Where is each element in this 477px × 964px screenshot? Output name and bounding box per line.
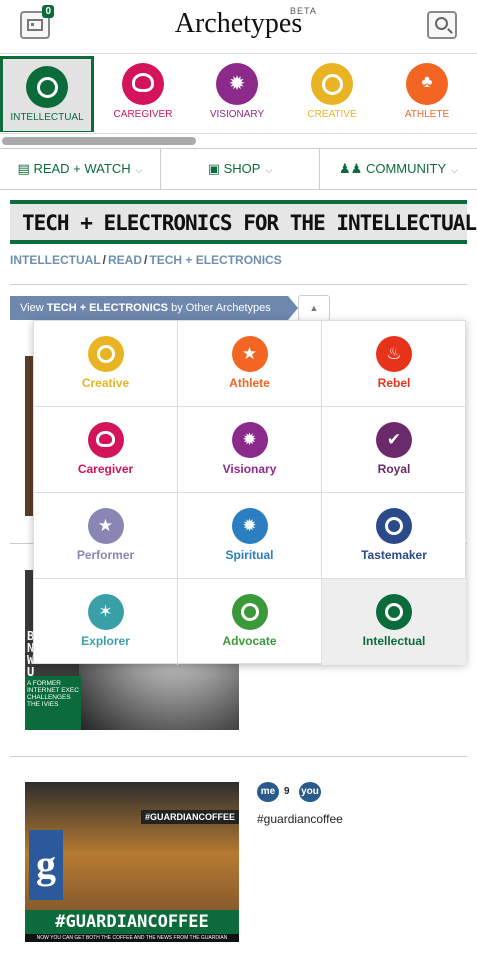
- archetype-label: CREATIVE: [307, 109, 357, 120]
- dropdown-archetype-label: Creative: [81, 376, 130, 390]
- dropdown-archetype-label: Visionary: [222, 462, 277, 476]
- athlete-icon: ♣: [406, 63, 448, 105]
- section-nav: ▤ READ + WATCH ⌵ ▣ SHOP ⌵ ♟♟ COMMUNITY ⌵: [0, 148, 477, 190]
- scrollbar-thumb[interactable]: [2, 137, 196, 145]
- page-title-bar: TECH + ELECTRONICS FOR THE INTELLECTUAL: [10, 200, 477, 244]
- dropdown-archetype-visionary[interactable]: ✹ Visionary: [178, 407, 322, 493]
- rebel-icon: ♨: [376, 336, 412, 372]
- chevron-down-icon: ⌵: [265, 165, 273, 175]
- royal-icon: ✔: [376, 422, 412, 458]
- dropdown-archetype-performer[interactable]: ★ Performer: [34, 493, 178, 579]
- creative-icon: [87, 336, 124, 372]
- archetype-intellectual[interactable]: INTELLECTUAL: [0, 56, 94, 132]
- you-vote-button[interactable]: you: [299, 782, 321, 802]
- visionary-icon: ✹: [231, 422, 268, 458]
- performer-icon: ★: [87, 508, 124, 544]
- nav-shop[interactable]: ▣ SHOP ⌵: [160, 149, 319, 189]
- dropdown-archetype-label: Royal: [377, 462, 411, 476]
- app-header: 0 Archetypes BETA: [0, 0, 477, 54]
- article-thumbnail[interactable]: #GUARDIANCOFFEE g #GUARDIANCOFFEE NOW YO…: [25, 782, 239, 942]
- dropdown-archetype-royal[interactable]: ✔ Royal: [322, 407, 466, 493]
- nav-read-watch[interactable]: ▤ READ + WATCH ⌵: [0, 149, 160, 189]
- post-title[interactable]: #guardiancoffee: [257, 812, 343, 826]
- athlete-icon: ★: [231, 336, 268, 372]
- dropdown-archetype-tastemaker[interactable]: Tastemaker: [322, 493, 466, 579]
- thumbnail-subcaption: A FORMER INTERNET EXEC CHALLENGES THE IV…: [25, 676, 81, 730]
- archetype-caregiver[interactable]: CAREGIVER: [96, 56, 190, 132]
- guardian-logo: g: [29, 830, 63, 900]
- explorer-icon: ✶: [87, 594, 124, 630]
- chevron-down-icon: ⌵: [135, 165, 143, 175]
- archetype-label: INTELLECTUAL: [10, 112, 84, 123]
- creative-icon: [311, 63, 353, 105]
- thumbnail-footer: NOW YOU CAN GET BOTH THE COFFEE AND THE …: [25, 934, 239, 942]
- archetype-creative[interactable]: CREATIVE: [285, 56, 379, 132]
- dropdown-archetype-creative[interactable]: Creative: [34, 321, 178, 407]
- dropdown-archetype-label: Caregiver: [77, 462, 134, 476]
- site-logo[interactable]: Archetypes: [0, 8, 477, 40]
- breadcrumb-tech[interactable]: TECH + ELECTRONICS: [149, 253, 281, 267]
- dropdown-archetype-label: Intellectual: [362, 634, 426, 648]
- dropdown-archetype-advocate[interactable]: Advocate: [178, 579, 322, 665]
- search-button[interactable]: [427, 11, 457, 39]
- dropdown-archetype-label: Spiritual: [225, 548, 274, 562]
- dropdown-archetype-label: Athlete: [229, 376, 270, 390]
- breadcrumb-intellectual[interactable]: INTELLECTUAL: [10, 253, 101, 267]
- other-archetypes-button[interactable]: View TECH + ELECTRONICS by Other Archety…: [10, 296, 298, 320]
- dropdown-archetype-intellectual[interactable]: Intellectual: [322, 579, 466, 665]
- spiritual-icon: ✹: [231, 508, 268, 544]
- advocate-icon: [231, 594, 268, 630]
- beta-label: BETA: [290, 6, 317, 16]
- archetype-strip: INTELLECTUAL CAREGIVER ✹ VISIONARY CREATIVE ♣…: [0, 54, 477, 134]
- me-vote-button[interactable]: me: [257, 782, 279, 802]
- visionary-icon: ✹: [216, 63, 258, 105]
- dropdown-archetype-label: Performer: [76, 548, 135, 562]
- archetype-visionary[interactable]: ✹ VISIONARY: [190, 56, 284, 132]
- archetype-dropdown: Creative ★ Athlete ♨ Rebel Caregiver ✹ Visionar…: [33, 320, 466, 665]
- archetype-athlete[interactable]: ♣ ATHLETE: [380, 56, 474, 132]
- dropdown-archetype-label: Tastemaker: [361, 548, 427, 562]
- dropdown-archetype-label: Explorer: [81, 634, 130, 648]
- chevron-down-icon: ⌵: [451, 165, 458, 175]
- dropdown-archetype-athlete[interactable]: ★ Athlete: [178, 321, 322, 407]
- breadcrumb: INTELLECTUAL / READ / TECH + ELECTRONICS: [10, 253, 282, 267]
- intellectual-icon: [26, 66, 68, 108]
- tastemaker-icon: [376, 508, 412, 544]
- strip-scrollbar[interactable]: [0, 137, 477, 146]
- chevron-up-icon: ▲: [309, 303, 319, 313]
- breadcrumb-read[interactable]: READ: [108, 253, 142, 267]
- divider: [10, 756, 467, 757]
- thumbnail-caption: #GUARDIANCOFFEE: [25, 910, 239, 934]
- dropdown-archetype-spiritual[interactable]: ✹ Spiritual: [178, 493, 322, 579]
- vote-count: 9: [284, 786, 290, 797]
- collapse-button[interactable]: ▲: [298, 295, 330, 321]
- dropdown-archetype-label: Advocate: [222, 634, 277, 648]
- dropdown-archetype-rebel[interactable]: ♨ Rebel: [322, 321, 466, 407]
- caregiver-icon: [87, 422, 124, 458]
- archetype-label: ATHLETE: [404, 109, 450, 120]
- caregiver-icon: [122, 63, 164, 105]
- archetype-label: VISIONARY: [209, 109, 265, 120]
- nav-community[interactable]: ♟♟ COMMUNITY ⌵: [319, 149, 477, 189]
- archetype-label: CAREGIVER: [113, 109, 173, 120]
- intellectual-icon: [376, 594, 412, 630]
- search-icon: [435, 17, 448, 30]
- dropdown-archetype-explorer[interactable]: ✶ Explorer: [34, 579, 178, 665]
- bag-icon: ▣: [207, 161, 224, 176]
- book-icon: ▤: [17, 161, 34, 176]
- dropdown-archetype-label: Rebel: [377, 376, 411, 390]
- people-icon: ♟♟: [339, 161, 366, 176]
- dropdown-archetype-caregiver[interactable]: Caregiver: [34, 407, 178, 493]
- storefront-sign: #GUARDIANCOFFEE: [140, 810, 239, 824]
- divider: [10, 284, 467, 285]
- page-title: TECH + ELECTRONICS FOR THE INTELLECTUAL: [22, 211, 477, 235]
